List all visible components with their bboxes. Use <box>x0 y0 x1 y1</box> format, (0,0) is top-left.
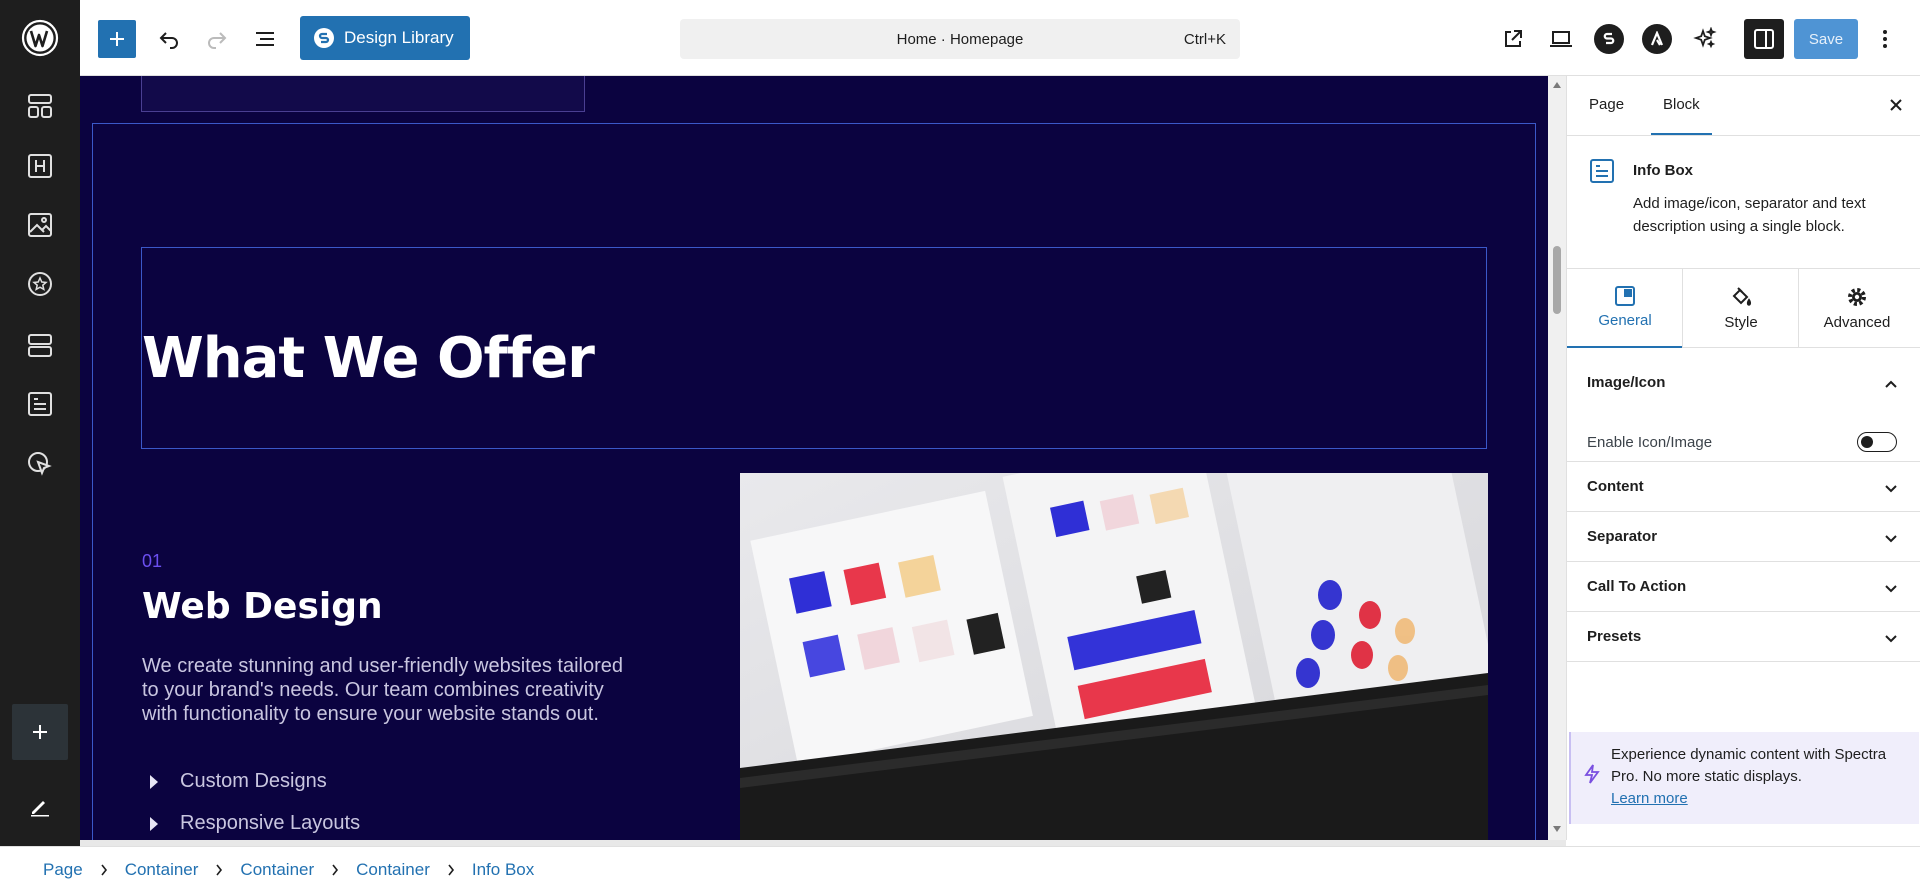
view-external-icon[interactable] <box>1494 20 1532 58</box>
tab-page[interactable]: Page <box>1589 96 1624 113</box>
tab-general-label: General <box>1598 311 1652 329</box>
breadcrumb: Page Container Container Container Info … <box>0 846 1920 892</box>
command-palette-button[interactable]: Home · Homepage Ctrl+K <box>680 19 1240 59</box>
chevron-right-icon <box>214 864 224 876</box>
paint-bucket-icon <box>1732 286 1752 306</box>
section-heading[interactable]: What We Offer <box>142 326 595 391</box>
panel-separator[interactable]: Separator <box>1567 512 1920 562</box>
panel-title: Content <box>1587 478 1644 495</box>
panel-title: Presets <box>1587 628 1642 645</box>
promo-text: Experience dynamic content with Spectra … <box>1611 746 1887 785</box>
breadcrumb-item[interactable]: Page <box>43 860 83 880</box>
scroll-up-icon[interactable] <box>1553 82 1561 88</box>
astra-icon[interactable] <box>1638 20 1676 58</box>
spectra-pro-promo: Experience dynamic content with Spectra … <box>1569 732 1919 824</box>
general-icon <box>1615 285 1635 306</box>
chevron-up-icon <box>1885 380 1897 388</box>
tab-style[interactable]: Style <box>1683 268 1799 348</box>
panel-title: Image/Icon <box>1587 374 1666 391</box>
caret-right-icon <box>150 774 158 789</box>
info-box-block-icon <box>1589 158 1615 189</box>
undo-icon[interactable] <box>150 20 188 58</box>
breadcrumb-item[interactable]: Info Box <box>472 860 534 880</box>
list-item-label: Responsive Layouts <box>180 812 361 834</box>
breadcrumb-item[interactable]: Container <box>356 860 430 880</box>
pointer-icon[interactable] <box>24 448 56 480</box>
gear-icon <box>1848 287 1866 306</box>
settings-tabs: General Style Advanced <box>1567 268 1920 348</box>
editor-left-bar <box>0 0 80 892</box>
panel-call-to-action[interactable]: Call To Action <box>1567 562 1920 612</box>
enable-icon-image-label: Enable Icon/Image <box>1587 434 1713 451</box>
service-description[interactable]: We create stunning and user-friendly web… <box>142 654 642 726</box>
block-outline[interactable] <box>141 76 585 112</box>
command-shortcut: Ctrl+K <box>1183 31 1226 48</box>
enable-icon-image-toggle[interactable] <box>1857 432 1897 452</box>
document-overview-icon[interactable] <box>246 20 284 58</box>
sidebar-tabs: Page Block <box>1567 76 1920 136</box>
learn-more-link[interactable]: Learn more <box>1611 790 1688 807</box>
design-library-button[interactable]: Design Library <box>300 16 470 60</box>
block-name: Info Box <box>1633 162 1693 179</box>
wordpress-logo-icon[interactable] <box>20 18 60 58</box>
container-icon[interactable] <box>24 329 56 361</box>
info-box-icon[interactable] <box>24 388 56 420</box>
chevron-down-icon <box>1885 485 1897 493</box>
image-icon[interactable] <box>24 209 56 241</box>
tab-advanced[interactable]: Advanced <box>1799 268 1915 348</box>
list-item[interactable]: Responsive Layouts <box>150 812 360 835</box>
add-block-button[interactable] <box>98 20 136 58</box>
panel-title: Call To Action <box>1587 578 1687 595</box>
chevron-down-icon <box>1885 585 1897 593</box>
chevron-down-icon <box>1885 635 1897 643</box>
design-library-label: Design Library <box>344 28 454 47</box>
panel-title: Separator <box>1587 528 1658 545</box>
service-title[interactable]: Web Design <box>142 586 383 627</box>
heading-icon[interactable] <box>24 150 56 182</box>
settings-sidebar: Page Block Info Box Add image/icon, sepa… <box>1566 76 1920 840</box>
tab-general[interactable]: General <box>1567 268 1683 348</box>
editor-canvas[interactable]: What We Offer 01 Web Design We create st… <box>80 76 1548 840</box>
caret-right-icon <box>150 816 158 831</box>
save-button[interactable]: Save <box>1794 19 1858 59</box>
list-item[interactable]: Custom Designs <box>150 770 327 793</box>
chevron-right-icon <box>99 864 109 876</box>
breadcrumb-item[interactable]: Container <box>125 860 199 880</box>
lightning-icon <box>1583 764 1601 789</box>
canvas-scrollbar[interactable] <box>1548 76 1566 840</box>
tab-style-label: Style <box>1724 313 1758 331</box>
spectra-logo-icon <box>314 28 334 48</box>
more-options-icon[interactable] <box>1870 20 1900 58</box>
add-icon[interactable] <box>12 704 68 760</box>
device-preview-icon[interactable] <box>1542 20 1580 58</box>
edit-icon[interactable] <box>24 790 56 822</box>
star-icon[interactable] <box>24 268 56 300</box>
block-description: Add image/icon, separator and text descr… <box>1633 195 1866 235</box>
list-item-label: Custom Designs <box>180 770 327 792</box>
scroll-down-icon[interactable] <box>1553 826 1561 832</box>
redo-icon[interactable] <box>198 20 236 58</box>
panel-presets[interactable]: Presets <box>1567 612 1920 662</box>
settings-toggle-icon[interactable] <box>1744 19 1784 59</box>
breadcrumb-item[interactable]: Container <box>240 860 314 880</box>
service-image[interactable] <box>740 473 1488 840</box>
chevron-right-icon <box>330 864 340 876</box>
spectra-icon[interactable] <box>1590 20 1628 58</box>
chevron-down-icon <box>1885 535 1897 543</box>
panel-content[interactable]: Content <box>1567 462 1920 512</box>
ai-sparkle-icon[interactable] <box>1686 20 1724 58</box>
editor-toolbar: Design Library Home · Homepage Ctrl+K Sa… <box>80 0 1920 76</box>
tab-block[interactable]: Block <box>1651 96 1712 135</box>
layout-icon[interactable] <box>24 90 56 122</box>
service-number[interactable]: 01 <box>142 551 162 572</box>
command-title: Home · Homepage <box>896 30 1024 48</box>
chevron-right-icon <box>446 864 456 876</box>
close-icon[interactable] <box>1885 94 1907 116</box>
scroll-thumb[interactable] <box>1553 246 1561 314</box>
tab-advanced-label: Advanced <box>1823 313 1891 331</box>
